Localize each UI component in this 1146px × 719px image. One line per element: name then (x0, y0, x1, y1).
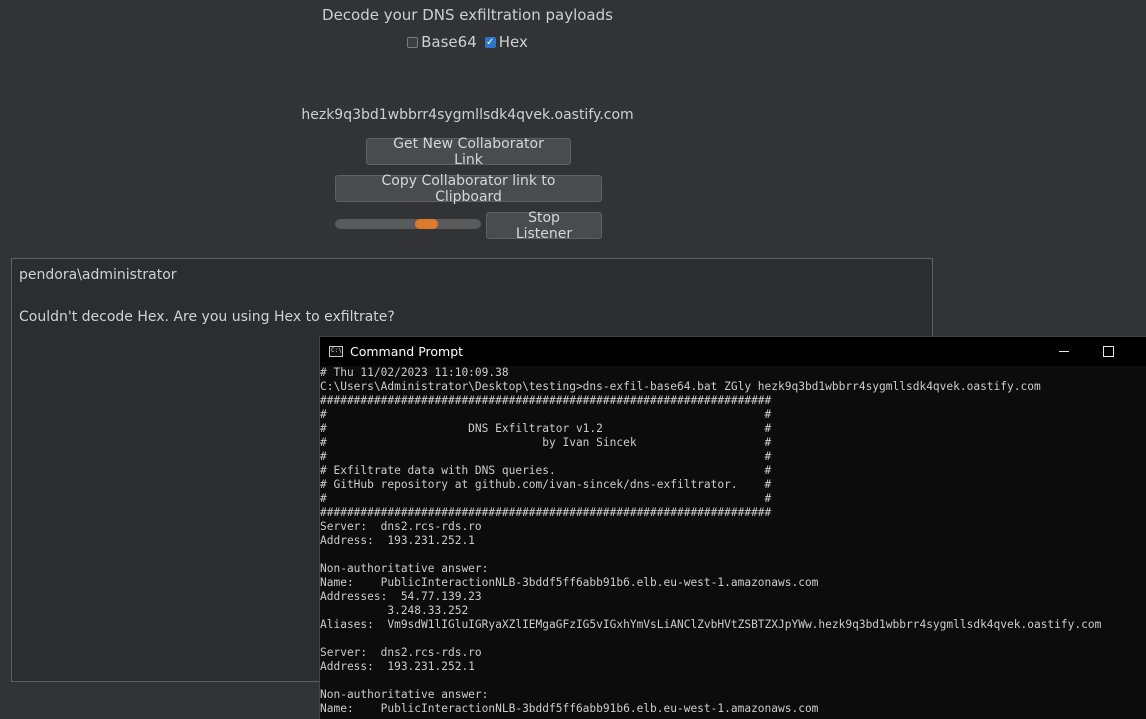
console-line: ########################################… (320, 506, 772, 519)
cmd-titlebar[interactable]: Command Prompt (320, 337, 1146, 366)
console-line: Aliases: Vm9sdW1lIGluIGRyaXZlIEMgaGFzIG5… (320, 618, 1102, 631)
console-line: Name: PublicInteractionNLB-3bddf5ff6abb9… (320, 576, 819, 589)
console-line: # by Ivan Sincek # (320, 436, 772, 449)
console-line: Server: dns2.rcs-rds.ro (320, 520, 482, 533)
maximize-button[interactable] (1085, 337, 1131, 366)
copy-link-button[interactable]: Copy Collaborator link to Clipboard (335, 173, 602, 205)
hex-label: Hex (498, 33, 528, 51)
console-line: # DNS Exfiltrator v1.2 # (320, 422, 772, 435)
hex-option[interactable]: ✓ Hex (484, 33, 528, 51)
console-line: C:\Users\Administrator\Desktop\testing>d… (320, 380, 1041, 393)
console-line: # GitHub repository at github.com/ivan-s… (320, 478, 772, 491)
cmd-console-output[interactable]: # Thu 11/02/2023 11:10:09.38 C:\Users\Adm… (320, 366, 1146, 716)
collaborator-link: hezk9q3bd1wbbrr4sygmllsdk4qvek.oastify.c… (301, 107, 634, 123)
hex-checkbox[interactable]: ✓ (484, 36, 496, 48)
base64-checkbox[interactable] (407, 36, 419, 48)
output-line: pendora\administrator (19, 267, 177, 283)
console-line: Server: dns2.rcs-rds.ro (320, 646, 482, 659)
console-line: Address: 193.231.252.1 (320, 660, 475, 673)
command-prompt-icon (329, 346, 343, 357)
maximize-icon (1102, 346, 1114, 357)
minimize-button[interactable] (1041, 337, 1087, 366)
listener-progress-indicator (415, 219, 438, 229)
console-line: # Exfiltrate data with DNS queries. # (320, 464, 772, 477)
listener-progress-bar (335, 219, 481, 229)
console-line: Non-authoritative answer: (320, 688, 489, 701)
console-line: # Thu 11/02/2023 11:10:09.38 (320, 366, 509, 379)
console-line: # # (320, 450, 772, 463)
page-heading: Decode your DNS exfiltration payloads (322, 6, 613, 24)
console-line: Addresses: 54.77.139.23 (320, 590, 482, 603)
console-line: # # (320, 492, 772, 505)
encoding-options: Base64 ✓ Hex (0, 33, 935, 51)
console-line: 3.248.33.252 (320, 604, 469, 617)
minimize-icon (1059, 351, 1069, 352)
stop-listener-button[interactable]: Stop Listener (486, 210, 602, 242)
cmd-window-title: Command Prompt (350, 344, 464, 359)
console-line: ########################################… (320, 394, 772, 407)
base64-option[interactable]: Base64 (407, 33, 477, 51)
console-line: Address: 193.231.252.1 (320, 534, 475, 547)
console-line: # # (320, 408, 772, 421)
base64-label: Base64 (421, 33, 477, 51)
command-prompt-window[interactable]: Command Prompt # Thu 11/02/2023 11:10:09… (319, 336, 1146, 719)
output-line: Couldn't decode Hex. Are you using Hex t… (19, 309, 395, 325)
console-line: Name: PublicInteractionNLB-3bddf5ff6abb9… (320, 702, 819, 715)
console-line: Non-authoritative answer: (320, 562, 489, 575)
get-new-link-button[interactable]: Get New Collaborator Link (366, 136, 571, 168)
